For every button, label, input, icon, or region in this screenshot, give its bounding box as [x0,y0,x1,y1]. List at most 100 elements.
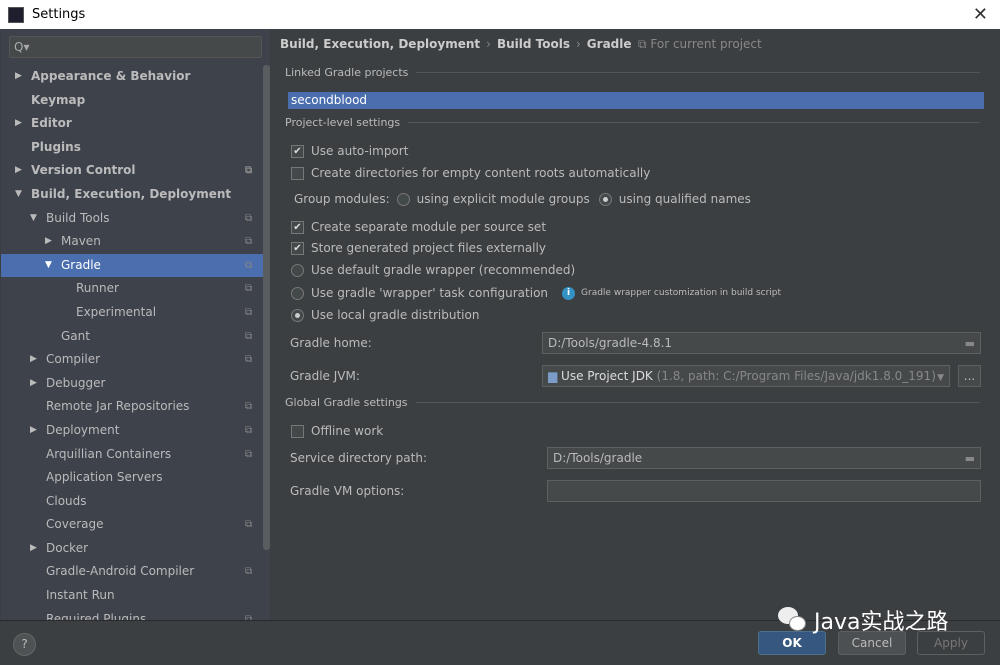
expand-arrow-icon[interactable]: ▶ [15,159,22,183]
collapse-arrow-icon[interactable]: ▼ [30,207,37,231]
sidebar-item[interactable]: ▶ Deployment ⧉ [1,419,263,443]
window-title: Settings [32,7,86,22]
breadcrumb-item: Build Tools [496,37,570,51]
settings-sidebar: Q▾ ▶ Appearance & Behavior Keymap ▶ Editor Pl… [1,29,270,620]
search-input[interactable]: Q▾ [9,36,262,58]
sidebar-item[interactable]: ▼ Gradle ⧉ [1,253,263,278]
sidebar-item[interactable]: ▼ Build Tools ⧉ [1,207,263,231]
sidebar-item-label: Build, Execution, Deployment [31,186,232,201]
collapse-arrow-icon[interactable]: ▼ [45,254,52,278]
title-bar: Settings ✕ [0,0,1000,29]
sidebar-item-label: Appearance & Behavior [31,69,191,83]
collapse-arrow-icon[interactable]: ▼ [15,183,22,207]
sidebar-item[interactable]: Coverage ⧉ [1,513,263,537]
gradle-vm-options-label: Gradle VM options: [290,484,405,498]
auto-import-checkbox[interactable]: ✔ Use auto-import [291,144,408,158]
sidebar-item-label: Gant [61,328,90,343]
project-scope-icon: ⧉ [245,401,253,413]
gradle-vm-options-field[interactable] [547,480,981,502]
default-wrapper-radio[interactable]: Use default gradle wrapper (recommended) [291,263,575,277]
sidebar-item[interactable]: Gant ⧉ [1,325,263,349]
sidebar-item-label: Arquillian Containers [46,446,172,461]
close-icon[interactable]: ✕ [973,4,988,25]
sidebar-item[interactable]: Clouds [1,490,263,514]
sidebar-item-label: Instant Run [46,588,115,603]
sidebar-item-label: Editor [31,116,72,131]
sidebar-item[interactable]: Runner ⧉ [1,277,263,301]
project-scope-icon: ⧉ [245,519,253,531]
sidebar-item[interactable]: ▶ Version Control ⧉ [1,159,263,183]
sidebar-scrollbar[interactable] [263,65,270,550]
sidebar-item-label: Remote Jar Repositories [46,399,190,414]
project-scope-icon: ⧉ [245,566,253,578]
expand-arrow-icon[interactable]: ▶ [30,372,37,396]
project-scope-icon: ⧉ [245,306,253,318]
sidebar-item[interactable]: Arquillian Containers ⧉ [1,443,263,467]
expand-arrow-icon[interactable]: ▶ [45,230,52,254]
gradle-home-field[interactable]: D:/Tools/gradle-4.8.1 ▬ [542,332,981,354]
create-dirs-checkbox[interactable]: Create directories for empty content roo… [291,166,650,180]
gradle-settings-panel: Build, Execution, Deployment › Build Tools… [270,29,1000,620]
expand-arrow-icon[interactable]: ▶ [15,65,22,89]
local-dist-radio[interactable]: Use local gradle distribution [291,308,479,322]
browse-jvm-button[interactable]: ... [958,365,981,387]
sidebar-item-label: Keymap [31,92,86,107]
wechat-icon [778,607,808,633]
wrapper-task-radio[interactable]: Use gradle 'wrapper' task configuration i… [291,286,781,300]
expand-arrow-icon[interactable]: ▶ [30,419,37,443]
sidebar-item[interactable]: Experimental ⧉ [1,301,263,325]
sidebar-item[interactable]: ▶ Compiler ⧉ [1,348,263,372]
sidebar-item[interactable]: Instant Run [1,584,263,608]
folder-icon[interactable]: ▬ [965,449,975,469]
gradle-jvm-select[interactable]: ▆ Use Project JDK (1.8, path: C:/Program… [542,365,950,387]
sidebar-item-label: Gradle [61,257,101,272]
separate-module-checkbox[interactable]: ✔ Create separate module per source set [291,220,546,234]
service-dir-label: Service directory path: [290,451,427,465]
sidebar-item[interactable]: ▶ Docker [1,537,263,561]
service-dir-field[interactable]: D:/Tools/gradle ▬ [547,447,981,469]
sidebar-item[interactable]: ▶ Debugger [1,372,263,396]
sidebar-item-label: Coverage [46,517,104,532]
sidebar-item-label: Maven [61,234,101,249]
sidebar-item[interactable]: Required Plugins ⧉ [1,608,263,620]
folder-icon[interactable]: ▬ [965,334,975,354]
intellij-logo [8,6,24,23]
linked-projects-header: Linked Gradle projects [285,66,980,79]
help-button[interactable]: ? [13,633,36,656]
expand-arrow-icon[interactable]: ▶ [30,537,37,561]
expand-arrow-icon[interactable]: ▶ [30,348,37,372]
expand-arrow-icon[interactable]: ▶ [15,112,22,136]
sidebar-item[interactable]: ▶ Appearance & Behavior [1,65,263,89]
sidebar-item-label: Gradle-Android Compiler [46,564,195,579]
offline-work-checkbox[interactable]: Offline work [291,424,383,438]
sidebar-item[interactable]: ▼ Build, Execution, Deployment [1,183,263,207]
sidebar-item[interactable]: ▶ Editor [1,112,263,136]
sidebar-item-label: Plugins [31,139,81,154]
sidebar-item-label: Experimental [76,304,157,319]
sidebar-item[interactable]: Remote Jar Repositories ⧉ [1,395,263,419]
sidebar-item-label: Debugger [46,375,106,390]
project-scope-icon: ⧉ [245,448,253,460]
breadcrumb: Build, Execution, Deployment › Build Tools… [280,37,632,51]
gradle-jvm-label: Gradle JVM: [290,369,360,383]
project-scope-icon: ⧉ [245,613,253,620]
sidebar-item[interactable]: Application Servers [1,466,263,490]
sidebar-item[interactable]: Keymap [1,89,263,113]
jdk-icon: ▆ [548,369,562,383]
sidebar-item[interactable]: ▶ Maven ⧉ [1,230,263,254]
sidebar-item[interactable]: Plugins [1,136,263,160]
store-external-checkbox[interactable]: ✔ Store generated project files externall… [291,241,546,255]
breadcrumb-item: Gradle [586,37,632,51]
linked-project-item[interactable]: secondblood [288,92,984,109]
qualified-names-radio[interactable] [598,192,612,206]
project-scope-icon: ⧉ [245,354,253,366]
sidebar-item[interactable]: Gradle-Android Compiler ⧉ [1,560,263,584]
sidebar-item-label: Build Tools [46,210,110,225]
wrapper-hint-link[interactable]: Gradle wrapper customization in build sc… [581,288,781,298]
project-scope-icon: ⧉ [245,165,253,177]
explicit-groups-radio[interactable] [396,192,410,206]
sidebar-item-label: Required Plugins [46,611,147,620]
project-scope-icon: ⧉ [245,330,253,342]
watermark: Java实战之路 [778,604,948,636]
breadcrumb-item: Build, Execution, Deployment [280,37,481,51]
